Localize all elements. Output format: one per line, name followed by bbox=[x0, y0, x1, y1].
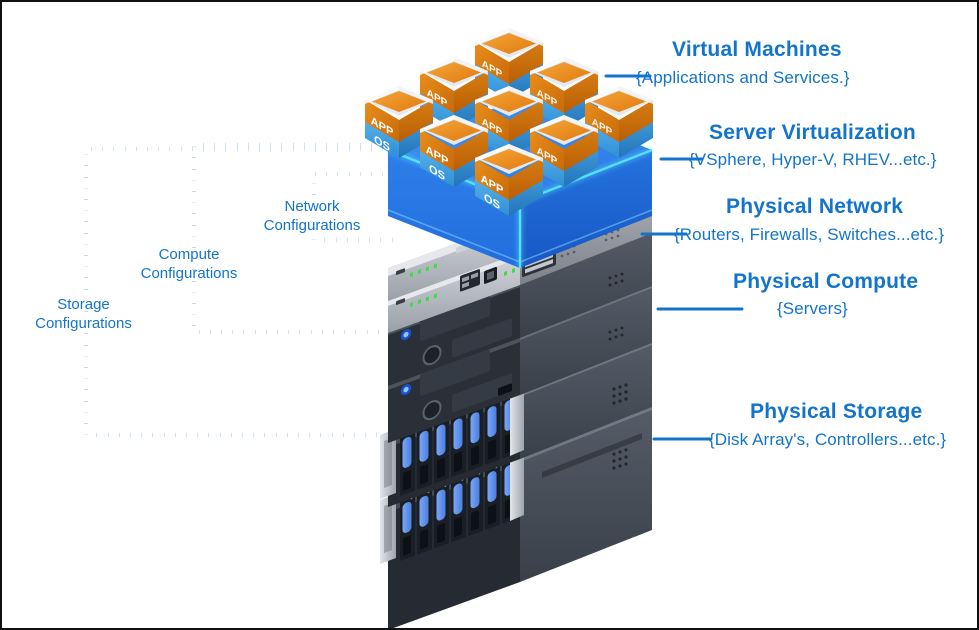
label-physical-storage-subtitle: {Disk Array's, Controllers...etc.} bbox=[709, 430, 947, 449]
diagram-canvas: APPOS APPOS APPOS APP APP APP APP APP bbox=[0, 0, 979, 630]
label-physical-compute-subtitle: {Servers} bbox=[777, 299, 848, 318]
label-physical-compute-title: Physical Compute bbox=[733, 270, 919, 293]
label-physical-network-subtitle: {Routers, Firewalls, Switches...etc.} bbox=[674, 225, 945, 244]
label-physical-storage-title: Physical Storage bbox=[750, 400, 923, 423]
label-server-virtualization-title: Server Virtualization bbox=[709, 121, 916, 144]
label-server-virtualization-subtitle: {VSphere, Hyper-V, RHEV...etc.} bbox=[689, 150, 937, 169]
label-virtual-machines-subtitle: {Applications and Services.} bbox=[636, 68, 850, 87]
label-storage-configurations: Storage Configurations bbox=[35, 296, 132, 332]
label-physical-network-title: Physical Network bbox=[726, 195, 904, 218]
bracket-storage-path bbox=[83, 146, 394, 438]
label-compute-configurations: Compute Configurations bbox=[140, 246, 238, 282]
bracket-compute-path bbox=[191, 142, 394, 335]
label-network-configurations: Network Configurations bbox=[263, 198, 361, 234]
label-virtual-machines-title: Virtual Machines bbox=[672, 38, 842, 61]
bracket-strokes bbox=[83, 142, 394, 438]
